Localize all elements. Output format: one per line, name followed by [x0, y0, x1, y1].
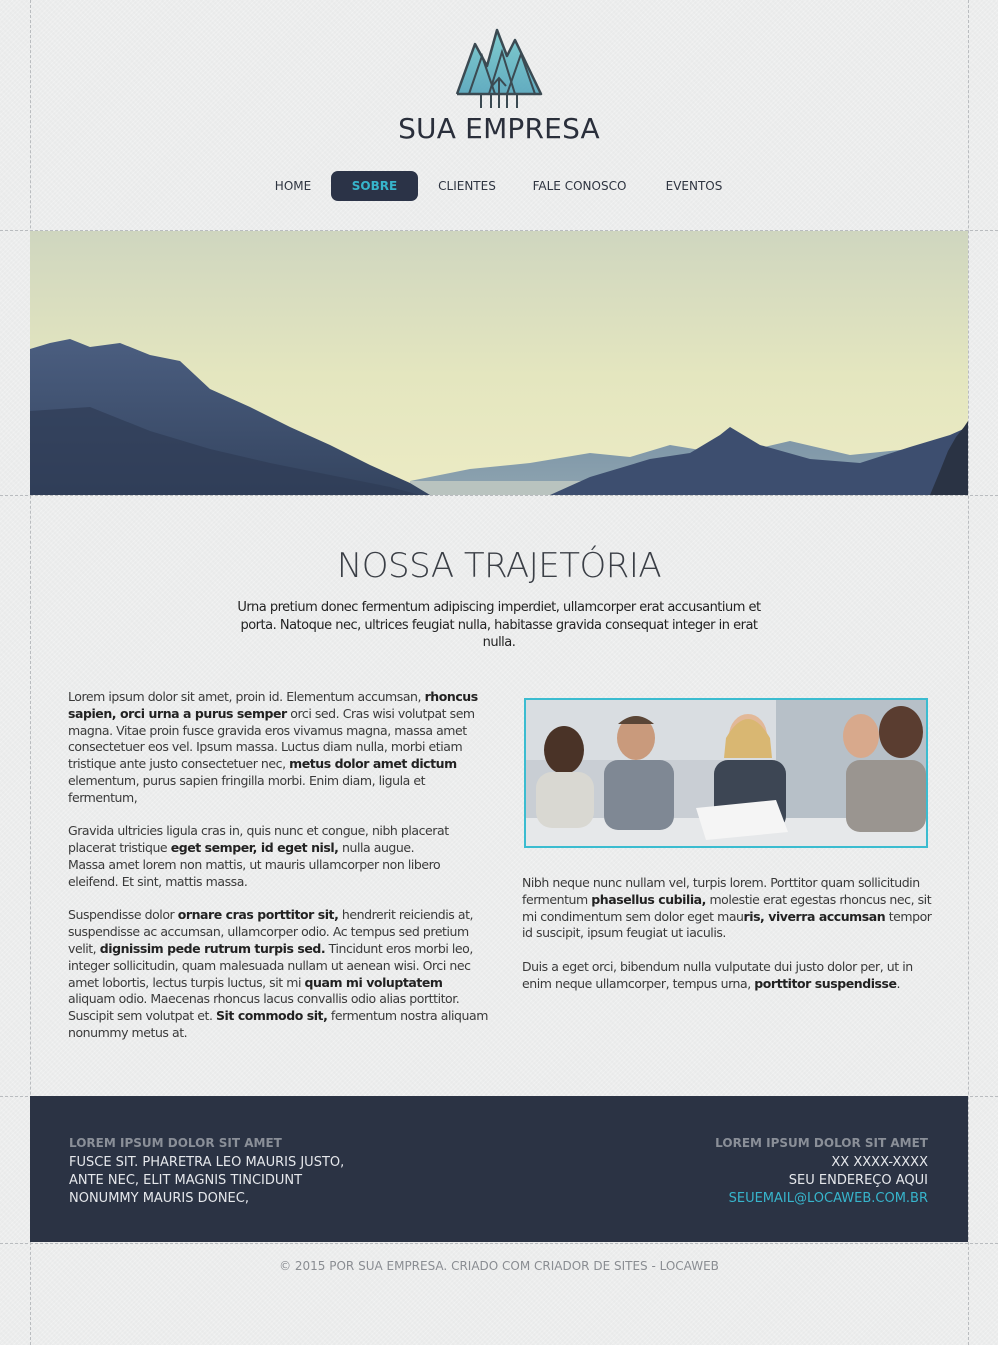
right-paragraph-2: Duis a eget orci, bibendum nulla vulputa… — [522, 958, 913, 991]
footer-phone: XX XXXX-XXXX — [831, 1155, 928, 1170]
layout-guide — [968, 0, 969, 1345]
right-text-column: Nibh neque nunc nullam vel, turpis lorem… — [522, 875, 937, 1009]
footer-address: SEU ENDEREÇO AQUI — [788, 1173, 928, 1188]
business-meeting-photo — [524, 698, 928, 848]
left-text-column: Lorem ipsum dolor sit amet, proin id. El… — [68, 689, 488, 1059]
right-paragraph-1: Nibh neque nunc nullam vel, turpis lorem… — [522, 875, 932, 941]
layout-guide — [0, 495, 998, 496]
tree-mountain-logo-icon[interactable] — [449, 26, 549, 112]
brand-name[interactable]: SUA EMPRESA — [0, 112, 998, 145]
footer-left-heading: LOREM IPSUM DOLOR SIT AMET — [69, 1136, 282, 1150]
left-paragraph-1: Lorem ipsum dolor sit amet, proin id. El… — [68, 689, 478, 805]
main-nav: HOME SOBRE CLIENTES FALE CONOSCO EVENTOS — [0, 171, 998, 201]
section-intro: Urna pretium donec fermentum adipiscing … — [237, 600, 761, 650]
footer-contact: LOREM IPSUM DOLOR SIT AMET XX XXXX-XXXX … — [568, 1136, 928, 1208]
nav-item-fale-conosco[interactable]: FALE CONOSCO — [522, 171, 637, 201]
footer-left-line: NONUMMY MAURIS DONEC, — [69, 1191, 249, 1206]
left-paragraph-3: Suspendisse dolor ornare cras porttitor … — [68, 907, 488, 1040]
layout-guide — [0, 1243, 998, 1244]
site-footer: LOREM IPSUM DOLOR SIT AMET FUSCE SIT. PH… — [30, 1096, 968, 1242]
footer-right-heading: LOREM IPSUM DOLOR SIT AMET — [715, 1136, 928, 1150]
nav-item-eventos[interactable]: EVENTOS — [652, 171, 736, 201]
footer-left: LOREM IPSUM DOLOR SIT AMET FUSCE SIT. PH… — [69, 1136, 429, 1208]
copyright-text: © 2015 POR SUA EMPRESA. CRIADO COM CRIAD… — [279, 1259, 719, 1273]
hero-banner-image — [30, 231, 968, 495]
section-title: NOSSA TRAJETÓRIA — [336, 546, 662, 586]
footer-left-line: ANTE NEC, ELIT MAGNIS TINCIDUNT — [69, 1173, 303, 1188]
nav-item-sobre[interactable]: SOBRE — [331, 171, 418, 201]
footer-left-line: FUSCE SIT. PHARETRA LEO MAURIS JUSTO, — [69, 1155, 345, 1170]
footer-email-link[interactable]: SEUEMAIL@LOCAWEB.COM.BR — [568, 1190, 928, 1208]
nav-item-clientes[interactable]: CLIENTES — [427, 171, 507, 201]
left-paragraph-2: Gravida ultricies ligula cras in, quis n… — [68, 823, 449, 889]
nav-item-home[interactable]: HOME — [258, 171, 328, 201]
